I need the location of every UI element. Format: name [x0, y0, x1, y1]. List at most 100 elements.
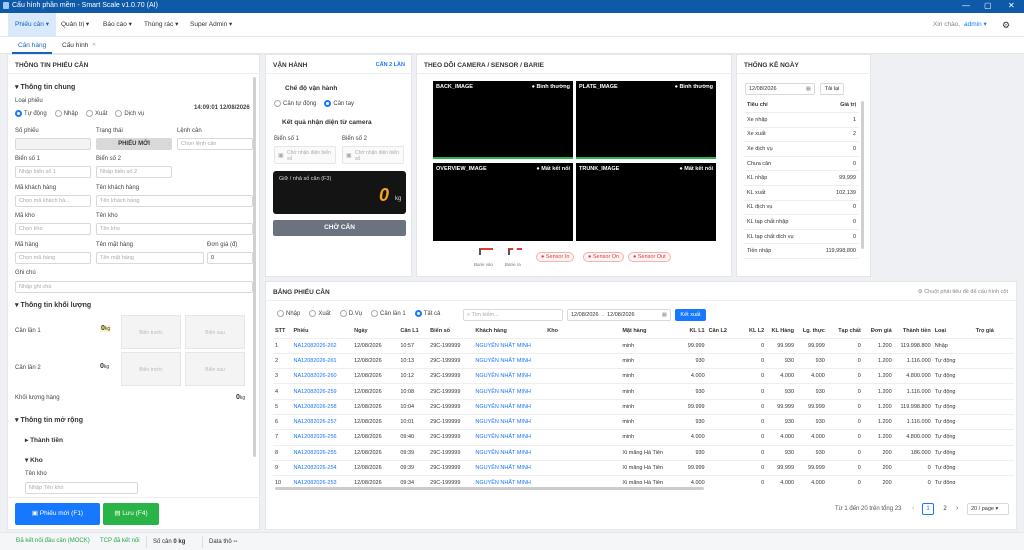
wh-name-input[interactable]: Tên kho	[96, 223, 253, 235]
cust-code-select[interactable]: Chọn mã khách hà...	[15, 195, 91, 207]
maximize-button[interactable]: ▢	[984, 1, 992, 10]
ticket-link[interactable]: NA12082026-260	[291, 368, 353, 385]
table-row[interactable]: 1 NA12082026-262 12/08/2026 10:57 29C-199999…	[273, 338, 1014, 354]
filter-service[interactable]: D.Vụ	[339, 310, 362, 317]
filter-first-weigh[interactable]: Cân lần 1	[371, 310, 406, 317]
close-tab-icon[interactable]: ✕	[92, 37, 96, 54]
menu-phieu-can[interactable]: Phiếu cân ▾	[8, 13, 56, 37]
page-size-select[interactable]: 20 / page ▾	[967, 503, 1009, 515]
grid-header-cell[interactable]: Cân L2	[706, 324, 741, 339]
grid-search-input[interactable]: ⌕ Tìm kiếm...	[463, 309, 563, 321]
kho-name-input[interactable]: Nhập Tên kho	[25, 482, 138, 494]
table-row[interactable]: 9 NA12082026-254 12/08/2026 09:39 29C-199999…	[273, 460, 1014, 477]
grid-header-cell[interactable]: Tạp chất	[826, 324, 863, 339]
filter-import[interactable]: Nhập	[277, 310, 300, 317]
grid-horizontal-scrollbar[interactable]	[275, 487, 704, 490]
note-input[interactable]: Nhập ghi chú	[15, 281, 253, 293]
mode-manual-radio[interactable]: Cân tay	[324, 100, 354, 107]
customer-link[interactable]: NGUYỄN NHẤT MINH	[473, 338, 546, 354]
plate2-input[interactable]: Nhập biển số 2	[96, 166, 172, 178]
grid-header-cell[interactable]: Trọ giá	[973, 324, 1014, 339]
grid-header-cell[interactable]: Phiếu	[291, 324, 353, 339]
table-row[interactable]: 10 NA12082026-253 12/08/2026 09:34 29C-19999…	[273, 475, 1014, 484]
left-scrollbar[interactable]	[253, 77, 256, 457]
grid-header-cell[interactable]: Biển số	[428, 324, 474, 339]
table-row[interactable]: 2 NA12082026-261 12/08/2026 10:13 29C-199999…	[273, 353, 1014, 370]
ticket-link[interactable]: NA12082026-262	[291, 338, 353, 354]
ticket-link[interactable]: NA12082026-258	[291, 399, 353, 415]
grid-header-cell[interactable]: Loại	[932, 324, 974, 339]
ticket-no-field[interactable]	[15, 138, 91, 150]
grid-header-cell[interactable]: Mặt hàng	[620, 324, 676, 339]
weight-display[interactable]: Giữ / nhả số cân (F3) 0 kg	[273, 171, 406, 214]
wh-code-select[interactable]: Chọn kho	[15, 223, 91, 235]
ticket-link[interactable]: NA12082026-261	[291, 353, 353, 370]
ticket-link[interactable]: NA12082026-255	[291, 445, 353, 461]
tab-cau-hinh[interactable]: Cấu hình	[62, 37, 88, 54]
customer-link[interactable]: NGUYỄN NHẤT MINH	[473, 445, 546, 461]
page-2-button[interactable]: 2	[939, 503, 951, 515]
money-collapse[interactable]: ▸ Thành tiền	[25, 436, 63, 444]
grid-date-range[interactable]: 12/08/2026 → 12/08/2026 ▦	[567, 309, 671, 321]
camera-trunk[interactable]: TRUNK_IMAGE ● Mất kết nối	[576, 163, 716, 241]
table-row[interactable]: 3 NA12082026-260 12/08/2026 10:12 29C-199999…	[273, 368, 1014, 385]
ticket-link[interactable]: NA12082026-256	[291, 429, 353, 446]
menu-bao-cao[interactable]: Báo cáo ▾	[103, 13, 132, 37]
grid-header-cell[interactable]: Ngày	[352, 324, 399, 339]
new-ticket-button[interactable]: ▣ Phiếu mới (F1)	[15, 503, 100, 525]
grid-header-cell[interactable]: KL Hàng	[766, 324, 797, 339]
general-section-header[interactable]: ▾ Thông tin chung	[15, 83, 75, 91]
customer-link[interactable]: NGUYỄN NHẤT MINH	[473, 414, 546, 431]
grid-header-cell[interactable]: Thành tiền	[893, 324, 933, 339]
type-auto-radio[interactable]: Tự động	[15, 110, 47, 117]
wait-weigh-button[interactable]: CHỜ CÂN	[273, 220, 406, 236]
customer-link[interactable]: NGUYỄN NHẤT MINH	[473, 429, 546, 446]
grid-header-cell[interactable]: KL L2	[740, 324, 767, 339]
menu-thung-rac[interactable]: Thùng rác ▾	[144, 13, 178, 37]
filter-all[interactable]: Tất cả	[414, 310, 440, 317]
tab-can-hang[interactable]: Cân hàng	[12, 37, 53, 54]
customer-link[interactable]: NGUYỄN NHẤT MINH	[473, 460, 546, 477]
grid-header-cell[interactable]: Khách hàng	[473, 324, 546, 339]
page-1-button[interactable]: 1	[922, 503, 934, 515]
kho-collapse[interactable]: ▾ Kho	[25, 456, 43, 464]
ticket-link[interactable]: NA12082026-259	[291, 383, 353, 400]
camera-overview[interactable]: OVERVIEW_IMAGE ● Mất kết nối	[433, 163, 573, 241]
customer-link[interactable]: NGUYỄN NHẤT MINH	[473, 399, 546, 415]
customer-link[interactable]: NGUYỄN NHẤT MINH	[473, 368, 546, 385]
table-row[interactable]: 6 NA12082026-257 12/08/2026 10:01 29C-199999…	[273, 414, 1014, 431]
mode-auto-radio[interactable]: Cân tự động	[274, 100, 316, 107]
export-button[interactable]: Kết xuất	[675, 309, 706, 321]
grid-header-cell[interactable]: KL L1	[675, 324, 707, 339]
customer-link[interactable]: NGUYỄN NHẤT MINH	[473, 353, 546, 370]
save-button[interactable]: ▤ Lưu (F4)	[103, 503, 159, 525]
filter-export[interactable]: Xuất	[309, 310, 331, 317]
stats-date-input[interactable]: 12/08/2026 ▦	[745, 83, 815, 95]
ticket-link[interactable]: NA12082026-254	[291, 460, 353, 477]
cmd-select[interactable]: Chọn lệnh cân	[177, 138, 253, 150]
grid-header-cell[interactable]: Kho	[545, 324, 621, 339]
stats-scrollbar[interactable]	[861, 101, 864, 249]
page-prev-button[interactable]: ‹	[912, 505, 914, 512]
grid-header-cell[interactable]: STT	[273, 324, 292, 339]
stats-reload-button[interactable]: Tải lại	[820, 83, 844, 95]
goods-name-input[interactable]: Tên mặt hàng	[96, 252, 204, 264]
table-row[interactable]: 8 NA12082026-255 12/08/2026 09:39 29C-199999…	[273, 445, 1014, 461]
goods-code-select[interactable]: Chọn mã hàng	[15, 252, 91, 264]
price-input[interactable]: 0	[207, 252, 253, 264]
grid-header-cell[interactable]: Đơn giá	[862, 324, 894, 339]
type-service-radio[interactable]: Dịch vụ	[115, 110, 144, 117]
plate1-input[interactable]: Nhập biển số 1	[15, 166, 91, 178]
ticket-link[interactable]: NA12082026-257	[291, 414, 353, 431]
gear-icon[interactable]: ⚙	[1002, 13, 1010, 37]
ticket-link[interactable]: NA12082026-253	[291, 475, 353, 484]
ext-section-header[interactable]: ▾ Thông tin mở rộng	[15, 416, 83, 424]
table-row[interactable]: 5 NA12082026-258 12/08/2026 10:04 29C-199999…	[273, 399, 1014, 415]
table-row[interactable]: 7 NA12082026-256 12/08/2026 09:40 29C-199999…	[273, 429, 1014, 446]
type-export-radio[interactable]: Xuất	[86, 110, 107, 117]
table-row[interactable]: 4 NA12082026-259 12/08/2026 10:08 29C-199999…	[273, 383, 1014, 400]
customer-link[interactable]: NGUYỄN NHẤT MINH	[473, 475, 546, 484]
weight-section-header[interactable]: ▾ Thông tin khối lượng	[15, 301, 91, 309]
customer-link[interactable]: NGUYỄN NHẤT MINH	[473, 383, 546, 400]
menu-super-admin[interactable]: Super Admin ▾	[190, 13, 232, 37]
